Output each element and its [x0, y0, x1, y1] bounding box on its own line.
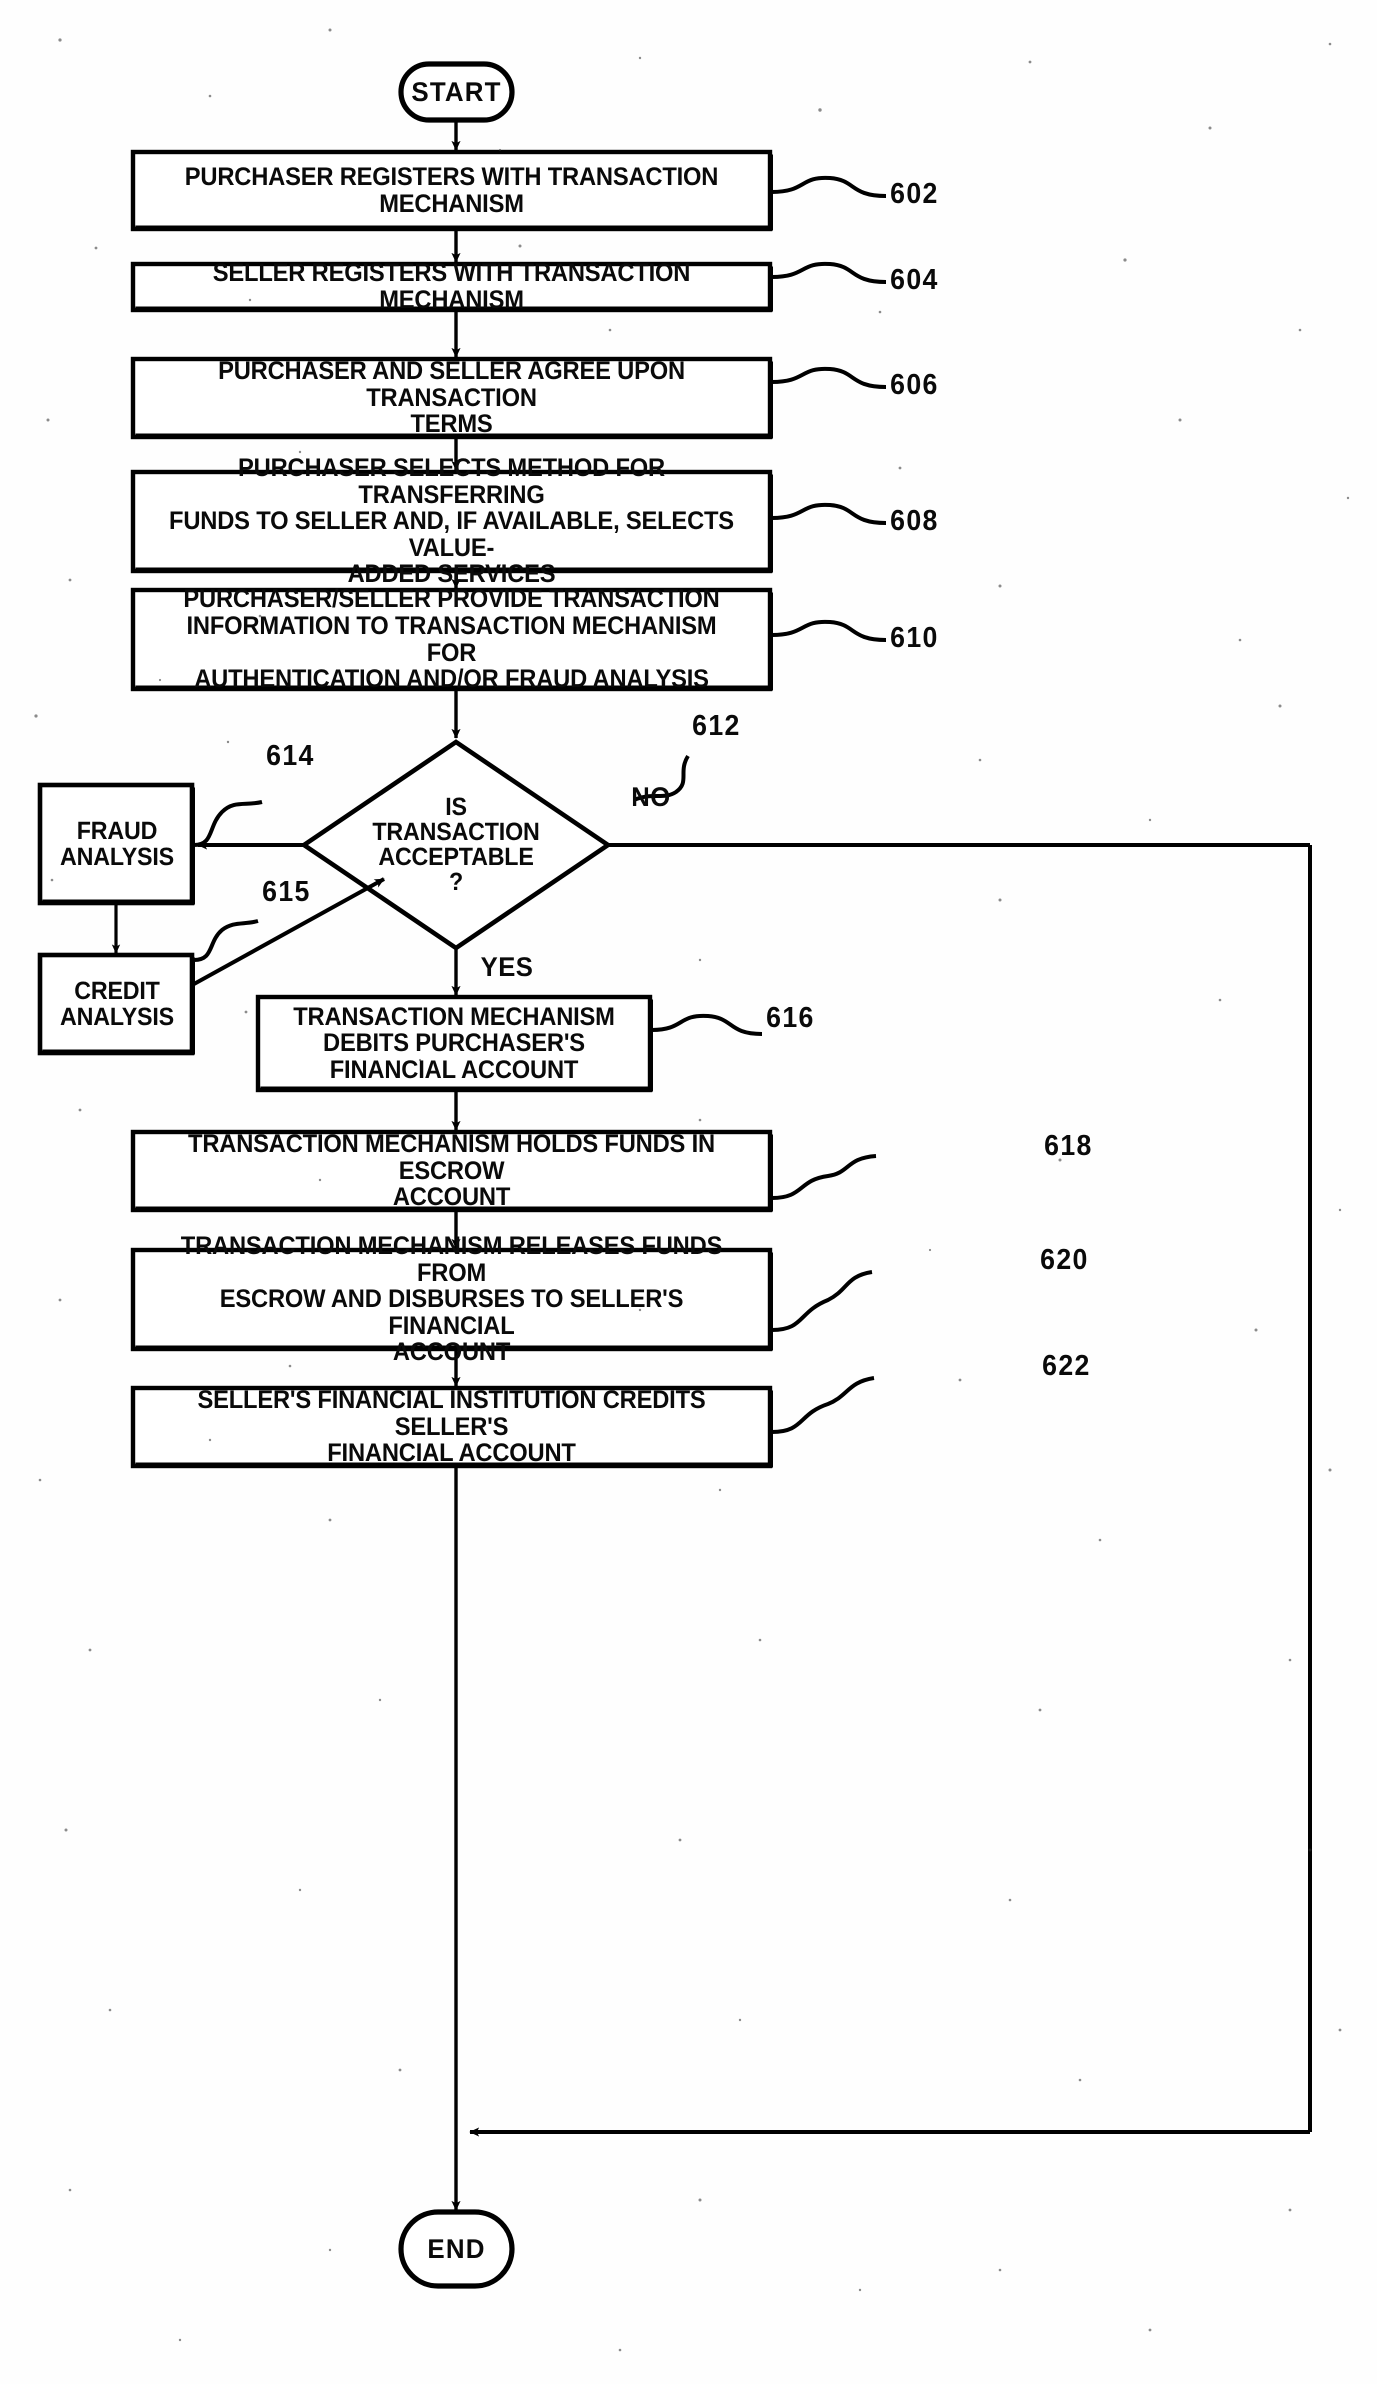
leader-line-608	[771, 502, 887, 525]
leader-line-622	[771, 1376, 875, 1434]
process-label-606: PURCHASER AND SELLER AGREE UPON TRANSACT…	[218, 357, 685, 439]
figure-canvas: START END PURCHASER REGISTERS WITH TRANS…	[0, 0, 1377, 2384]
reference-numeral-608: 608	[890, 505, 939, 537]
branch-label-no: NO	[631, 781, 671, 812]
leader-line-604	[771, 261, 887, 284]
process-label-614: FRAUD ANALYSIS	[60, 817, 174, 871]
process-label-610: PURCHASER/SELLER PROVIDE TRANSACTION INF…	[183, 585, 720, 694]
process-label-620: TRANSACTION MECHANISM RELEASES FUNDS FRO…	[180, 1232, 723, 1367]
process-label-608: PURCHASER SELECTS METHOD FOR TRANSFERRIN…	[169, 454, 734, 589]
start-label: START	[411, 76, 502, 107]
reference-numeral-614: 614	[266, 740, 315, 772]
reference-numeral-618: 618	[1044, 1130, 1093, 1162]
leader-line-616	[651, 1013, 763, 1036]
reference-numeral-604: 604	[890, 264, 939, 296]
process-label-615: CREDIT ANALYSIS	[60, 977, 174, 1031]
reference-numeral-622: 622	[1042, 1350, 1091, 1382]
process-label-602: PURCHASER REGISTERS WITH TRANSACTION MEC…	[184, 162, 719, 218]
decision-label-612: IS TRANSACTION ACCEPTABLE ?	[372, 793, 540, 896]
end-label: END	[427, 2233, 486, 2264]
reference-numeral-612: 612	[692, 710, 741, 742]
leader-line-620	[771, 1270, 873, 1332]
leader-line-614	[193, 800, 263, 847]
branch-label-yes: YES	[480, 951, 534, 982]
reference-numeral-620: 620	[1040, 1244, 1089, 1276]
leader-line-606	[771, 366, 887, 389]
leader-line-610	[771, 619, 887, 642]
reference-numeral-606: 606	[890, 369, 939, 401]
process-label-616: TRANSACTION MECHANISM DEBITS PURCHASER'S…	[293, 1002, 615, 1084]
leader-line-618	[771, 1154, 877, 1200]
process-label-618: TRANSACTION MECHANISM HOLDS FUNDS IN ESC…	[188, 1130, 715, 1212]
process-label-604: SELLER REGISTERS WITH TRANSACTION MECHAN…	[212, 259, 691, 314]
reference-numeral-610: 610	[890, 622, 939, 654]
reference-numeral-602: 602	[890, 178, 939, 210]
leader-line-602	[771, 175, 887, 198]
reference-numeral-615: 615	[262, 876, 311, 908]
reference-numeral-616: 616	[766, 1002, 815, 1034]
process-label-622: SELLER'S FINANCIAL INSTITUTION CREDITS S…	[197, 1386, 706, 1468]
